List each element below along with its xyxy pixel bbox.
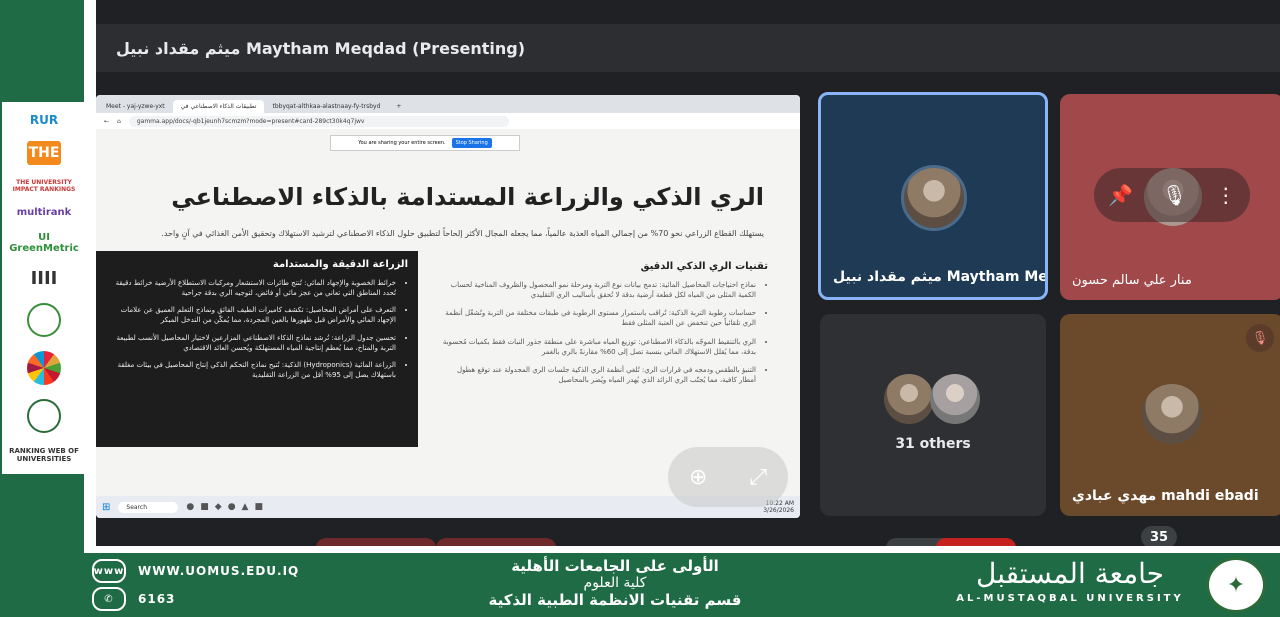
app-icon[interactable]: ● <box>186 502 194 512</box>
app-icon[interactable]: ■ <box>200 502 209 512</box>
university-name: جامعة المستقبل AL-MUSTAQBAL UNIVERSITY <box>940 555 1200 604</box>
slide-left-column: الزراعة الدقيقة والمستدامة خرائط الخصوبة… <box>96 251 418 447</box>
website-row: www WWW.UOMUS.EDU.IQ <box>92 559 299 583</box>
app-icon[interactable]: ■ <box>254 502 263 512</box>
website-text: WWW.UOMUS.EDU.IQ <box>138 564 300 578</box>
globe-icon: www <box>92 559 126 583</box>
participant-tile-others[interactable]: 31 others <box>820 314 1046 516</box>
back-icon[interactable]: ← <box>104 118 109 125</box>
avatar <box>930 374 980 424</box>
screen-share-notice: You are sharing your entire screen. Stop… <box>330 135 520 151</box>
university-name-en: AL-MUSTAQBAL UNIVERSITY <box>956 593 1184 604</box>
shared-screen[interactable]: Meet - yaj-yzwe-yxt تطبيقات الذكاء الاصط… <box>96 95 800 518</box>
participant-name: ميثم مقداد نبيل Maytham Meq... <box>833 269 1048 285</box>
more-vert-icon[interactable]: ⋮ <box>1216 183 1236 207</box>
browser-tab-bar: Meet - yaj-yzwe-yxt تطبيقات الذكاء الاصط… <box>96 95 800 113</box>
control-button[interactable] <box>436 538 556 546</box>
multirank-logo: multirank <box>16 207 72 218</box>
list-item: الزراعة المائية (Hydroponics) الذكية: تُ… <box>106 360 396 380</box>
presenter-title: ميثم مقداد نبيل Maytham Meqdad (Presenti… <box>116 38 526 58</box>
participant-name: منار علي سالم حسون <box>1072 273 1192 288</box>
app-icon[interactable]: ▲ <box>242 502 249 512</box>
stop-sharing-button[interactable]: Stop Sharing <box>451 138 492 148</box>
sdg-logo <box>9 351 79 385</box>
home-icon[interactable]: ⌂ <box>117 118 121 125</box>
avatar <box>901 165 967 231</box>
the-logo: THE <box>27 141 61 165</box>
avatar <box>1142 384 1202 444</box>
banner-line-3: قسم تقنيات الانظمة الطبية الذكية <box>488 591 742 609</box>
phone-row: ✆ 6163 <box>92 587 175 611</box>
meet-window: ميثم مقداد نبيل Maytham Meqdad (Presenti… <box>96 0 1280 546</box>
list-item: حساسات رطوبة التربة الذكية: تُراقب باستم… <box>438 308 756 328</box>
windows-start-icon[interactable]: ⊞ <box>102 502 110 513</box>
others-count: 31 others <box>895 436 971 452</box>
slide-intro: يستهلك القطاع الزراعي نحو 70% من إجمالي … <box>161 229 764 238</box>
tile-hover-controls: 📌 🎙 ⋮ <box>1094 168 1250 222</box>
address-bar[interactable]: gamma.app/docs/-qb1jeunh7scmzm?mode=pres… <box>128 115 509 127</box>
university-seal-icon: ✦ <box>1206 557 1266 613</box>
participant-tile[interactable]: 🎙 مهدي عبادي mahdi ebadi <box>1060 314 1280 516</box>
left-heading: الزراعة الدقيقة والمستدامة <box>272 259 408 270</box>
slide-title: الري الذكي والزراعة المستدامة بالذكاء ال… <box>171 183 764 211</box>
taskbar-apps: ● ■ ◆ ● ▲ ■ <box>186 502 263 512</box>
browser-tab[interactable]: تطبيقات الذكاء الاصطناعي في <box>172 100 265 113</box>
browser-tab[interactable]: Meet - yaj-yzwe-yxt <box>98 100 173 113</box>
presenting-bar: ميثم مقداد نبيل Maytham Meqdad (Presenti… <box>96 24 1280 72</box>
control-button[interactable] <box>316 538 436 546</box>
screen-zoom-controls: ⊕ ⤢ <box>668 447 788 507</box>
participant-count-badge[interactable]: 35 <box>1141 526 1177 546</box>
slide-right-column: تقنيات الري الذكي الدقيق نماذج احتياجات … <box>438 261 768 393</box>
pillars-logo: IIII <box>30 268 58 289</box>
taskbar-search[interactable]: Search <box>118 501 179 513</box>
federation-logo <box>9 399 79 433</box>
list-item: التنبؤ بالطقس ودمجه في قرارات الري: تُلغ… <box>438 365 756 385</box>
app-icon[interactable]: ◆ <box>215 502 222 512</box>
wreath-logo <box>9 303 79 337</box>
browser-tab[interactable]: tbbyqat-althkaa-alastnaay-fy-trsbyd <box>264 100 388 113</box>
university-name-ar: جامعة المستقبل <box>975 557 1164 590</box>
fullscreen-icon[interactable]: ⤢ <box>749 465 767 490</box>
leave-call-button[interactable] <box>936 538 1016 546</box>
banner-line-1: الأولى على الجامعات الأهلية <box>511 557 719 575</box>
mic-off-icon[interactable]: 🎙 <box>1162 183 1187 207</box>
logo-strip: RUR THE THE UNIVERSITY IMPACT RANKINGS m… <box>2 102 86 474</box>
address-row: ← ⌂ gamma.app/docs/-qb1jeunh7scmzm?mode=… <box>96 113 800 129</box>
mic-off-icon: 🎙 <box>1246 324 1274 352</box>
phone-text: 6163 <box>138 592 176 606</box>
list-item: تحسين جدول الزراعة: تُرشد نماذج الذكاء ا… <box>106 333 396 353</box>
greenmetric-logo: UI GreenMetric <box>9 232 79 254</box>
participant-name: مهدي عبادي mahdi ebadi <box>1072 488 1259 504</box>
rur-logo: RUR <box>29 113 59 127</box>
phone-icon: ✆ <box>92 587 126 611</box>
list-item: التعرف على أمراض المحاصيل: تكشف كاميرات … <box>106 305 396 325</box>
the-impact-logo: THE UNIVERSITY IMPACT RANKINGS <box>12 179 76 193</box>
banner-line-2: كلية العلوم <box>583 575 647 591</box>
webometrics-logo: RANKING WEB OF UNIVERSITIES <box>9 447 79 463</box>
right-heading: تقنيات الري الذكي الدقيق <box>640 261 768 272</box>
pin-icon[interactable]: 📌 <box>1108 183 1133 207</box>
avatar <box>884 374 934 424</box>
participant-tile[interactable]: 📌 🎙 ⋮ منار علي سالم حسون <box>1060 94 1280 300</box>
banner-center-text: الأولى على الجامعات الأهلية كلية العلوم … <box>400 557 830 609</box>
list-item: الري بالتنقيط الموجّه بالذكاء الاصطناعي:… <box>438 337 756 357</box>
app-icon[interactable]: ● <box>228 502 236 512</box>
participant-tile-presenter[interactable]: ميثم مقداد نبيل Maytham Meq... <box>818 92 1048 300</box>
list-item: خرائط الخصوبة والإجهاد المائي: تُنتج طائ… <box>106 278 396 298</box>
new-tab-icon[interactable]: + <box>388 100 409 113</box>
list-item: نماذج احتياجات المحاصيل المائية: تدمج بي… <box>438 280 756 300</box>
zoom-in-icon[interactable]: ⊕ <box>689 465 707 490</box>
university-banner: www WWW.UOMUS.EDU.IQ ✆ 6163 الأولى على ا… <box>0 553 1280 617</box>
